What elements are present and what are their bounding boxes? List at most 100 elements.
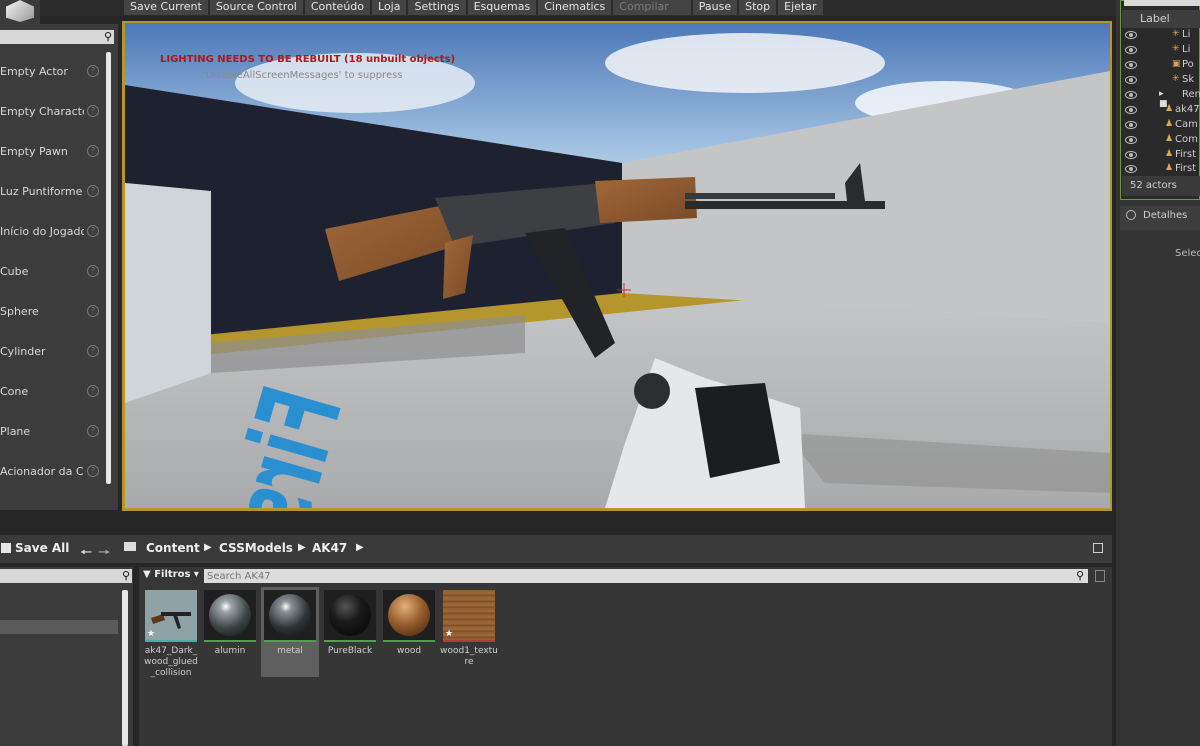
blueprints-button[interactable]: Esquemas [467,0,537,15]
selected-folder-row[interactable] [0,620,118,634]
asset-tile-material-selected[interactable]: metal [261,587,319,677]
source-control-button[interactable]: Source Control [209,0,303,15]
star-icon: ★ [147,629,156,639]
place-item-label: Cone [0,385,29,398]
place-item-label: Empty Pawn [0,145,68,158]
place-item-empty-character[interactable]: Empty Character? [0,105,104,145]
sources-scrollbar[interactable] [122,590,128,746]
asset-tile-material[interactable]: wood [380,587,438,677]
place-item-plane[interactable]: Plane? [0,425,104,465]
actor-label: First [1175,149,1197,160]
filters-button[interactable]: ▼ Filtros ▾ [143,569,200,583]
asset-tile-mesh[interactable]: ★ ak47_Dark_wood_glued_collision [142,587,200,678]
actors-count: 52 actors [1130,180,1177,191]
place-search-input[interactable]: ⚲ [0,30,114,44]
place-item-point-light[interactable]: Luz Puntiforme? [0,185,104,225]
cinematics-button[interactable]: Cinematics [538,0,612,15]
place-item-empty-pawn[interactable]: Empty Pawn? [0,145,104,185]
help-icon[interactable]: ? [87,105,99,117]
outliner-row[interactable]: ✳ Li [1122,29,1200,44]
outliner-row[interactable]: ♟ ak47 [1122,104,1200,119]
outliner-row[interactable]: ▣ Po [1122,59,1200,74]
save-all-button[interactable]: Save All [0,535,70,563]
eject-button[interactable]: Ejetar [778,0,823,15]
place-item-sphere[interactable]: Sphere? [0,305,104,345]
outliner-row[interactable]: ♟ First [1122,149,1200,164]
outliner-row[interactable]: ♟ Com [1122,134,1200,149]
compile-button[interactable]: Compilar [613,0,691,15]
place-item-box-trigger[interactable]: Acionador da Cai? [0,465,104,505]
lock-icon[interactable] [1093,543,1103,553]
help-icon[interactable]: ? [87,185,99,197]
place-item-cylinder[interactable]: Cylinder? [0,345,104,385]
help-icon[interactable]: ? [87,465,99,477]
asset-search-field[interactable]: ⚲ [204,569,1088,583]
place-scrollbar[interactable] [106,52,111,484]
outliner-row[interactable]: ▸ ■ Rend [1122,89,1200,109]
place-item-cone[interactable]: Cone? [0,385,104,425]
outliner-row[interactable]: ♟ Cam [1122,119,1200,134]
visibility-eye-icon[interactable] [1125,151,1137,159]
place-item-cube[interactable]: Cube? [0,265,104,305]
help-icon[interactable]: ? [87,225,99,237]
visibility-eye-icon[interactable] [1125,46,1137,54]
asset-tile-material[interactable]: alumin [201,587,259,677]
visibility-eye-icon[interactable] [1125,121,1137,129]
visibility-eye-icon[interactable] [1125,165,1137,173]
folder-search-input[interactable]: ⚲ [0,569,132,583]
material-thumbnail [264,590,316,640]
visibility-eye-icon[interactable] [1125,76,1137,84]
sources-panel [0,567,133,746]
volume-icon: ▣ [1172,59,1181,69]
breadcrumb-chevron-icon[interactable]: ▶ [356,542,364,553]
details-icon [1126,210,1136,220]
content-button[interactable]: Conteúdo [304,0,371,15]
stop-button[interactable]: Stop [739,0,777,15]
outliner-column-header[interactable]: Label [1122,10,1200,28]
forward-arrow-icon[interactable]: 🠖 [98,542,110,566]
back-arrow-icon[interactable]: 🠔 [80,542,92,566]
outliner-row[interactable]: ✳ Li [1122,44,1200,59]
settings-button[interactable]: Settings [408,0,466,15]
breadcrumb-ak47[interactable]: AK47 [312,541,347,555]
folder-icon[interactable] [124,542,136,551]
outliner-row[interactable]: ♟ First [1122,163,1200,173]
skylight-icon: ✳ [1172,74,1180,84]
visibility-eye-icon[interactable] [1125,91,1137,99]
visibility-eye-icon[interactable] [1125,136,1137,144]
place-item-player-start[interactable]: Início do Jogador? [0,225,104,265]
help-icon[interactable]: ? [87,425,99,437]
visibility-eye-icon[interactable] [1125,106,1137,114]
help-icon[interactable]: ? [87,265,99,277]
unreal-logo-icon[interactable] [0,0,40,24]
outliner-search-input[interactable] [1124,0,1200,6]
outliner-row[interactable]: ✳ Sk [1122,74,1200,89]
save-current-button[interactable]: Save Current [124,0,208,15]
help-icon[interactable]: ? [87,305,99,317]
help-icon[interactable]: ? [87,385,99,397]
place-item-label: Luz Puntiforme [0,185,83,198]
asset-tile-texture[interactable]: ★ wood1_texture [440,587,498,677]
breadcrumb-content[interactable]: Content [146,541,200,555]
pause-button[interactable]: Pause [692,0,738,15]
level-viewport[interactable]: First [125,23,1110,508]
breadcrumb-cssmodels[interactable]: CSSModels [219,541,293,555]
breadcrumb-chevron-icon[interactable]: ▶ [204,542,212,553]
tab-details[interactable]: Detalhes [1120,206,1200,230]
search-icon: ⚲ [121,569,130,582]
actor-icon: ♟ [1165,134,1174,144]
fp-gun-sight [695,383,780,478]
place-item-label: Cylinder [0,345,46,358]
help-icon[interactable]: ? [87,145,99,157]
place-item-empty-actor[interactable]: Empty Actor? [0,65,104,105]
breadcrumb-chevron-icon[interactable]: ▶ [298,542,306,553]
marketplace-button[interactable]: Loja [372,0,407,15]
asset-tile-material[interactable]: PureBlack [321,587,379,677]
view-options-icon[interactable] [1095,570,1105,582]
visibility-eye-icon[interactable] [1125,31,1137,39]
asset-search-input[interactable] [207,569,1047,583]
help-icon[interactable]: ? [87,65,99,77]
lighting-warning: LIGHTING NEEDS TO BE REBUILT (18 unbuilt… [160,54,456,65]
visibility-eye-icon[interactable] [1125,61,1137,69]
help-icon[interactable]: ? [87,345,99,357]
